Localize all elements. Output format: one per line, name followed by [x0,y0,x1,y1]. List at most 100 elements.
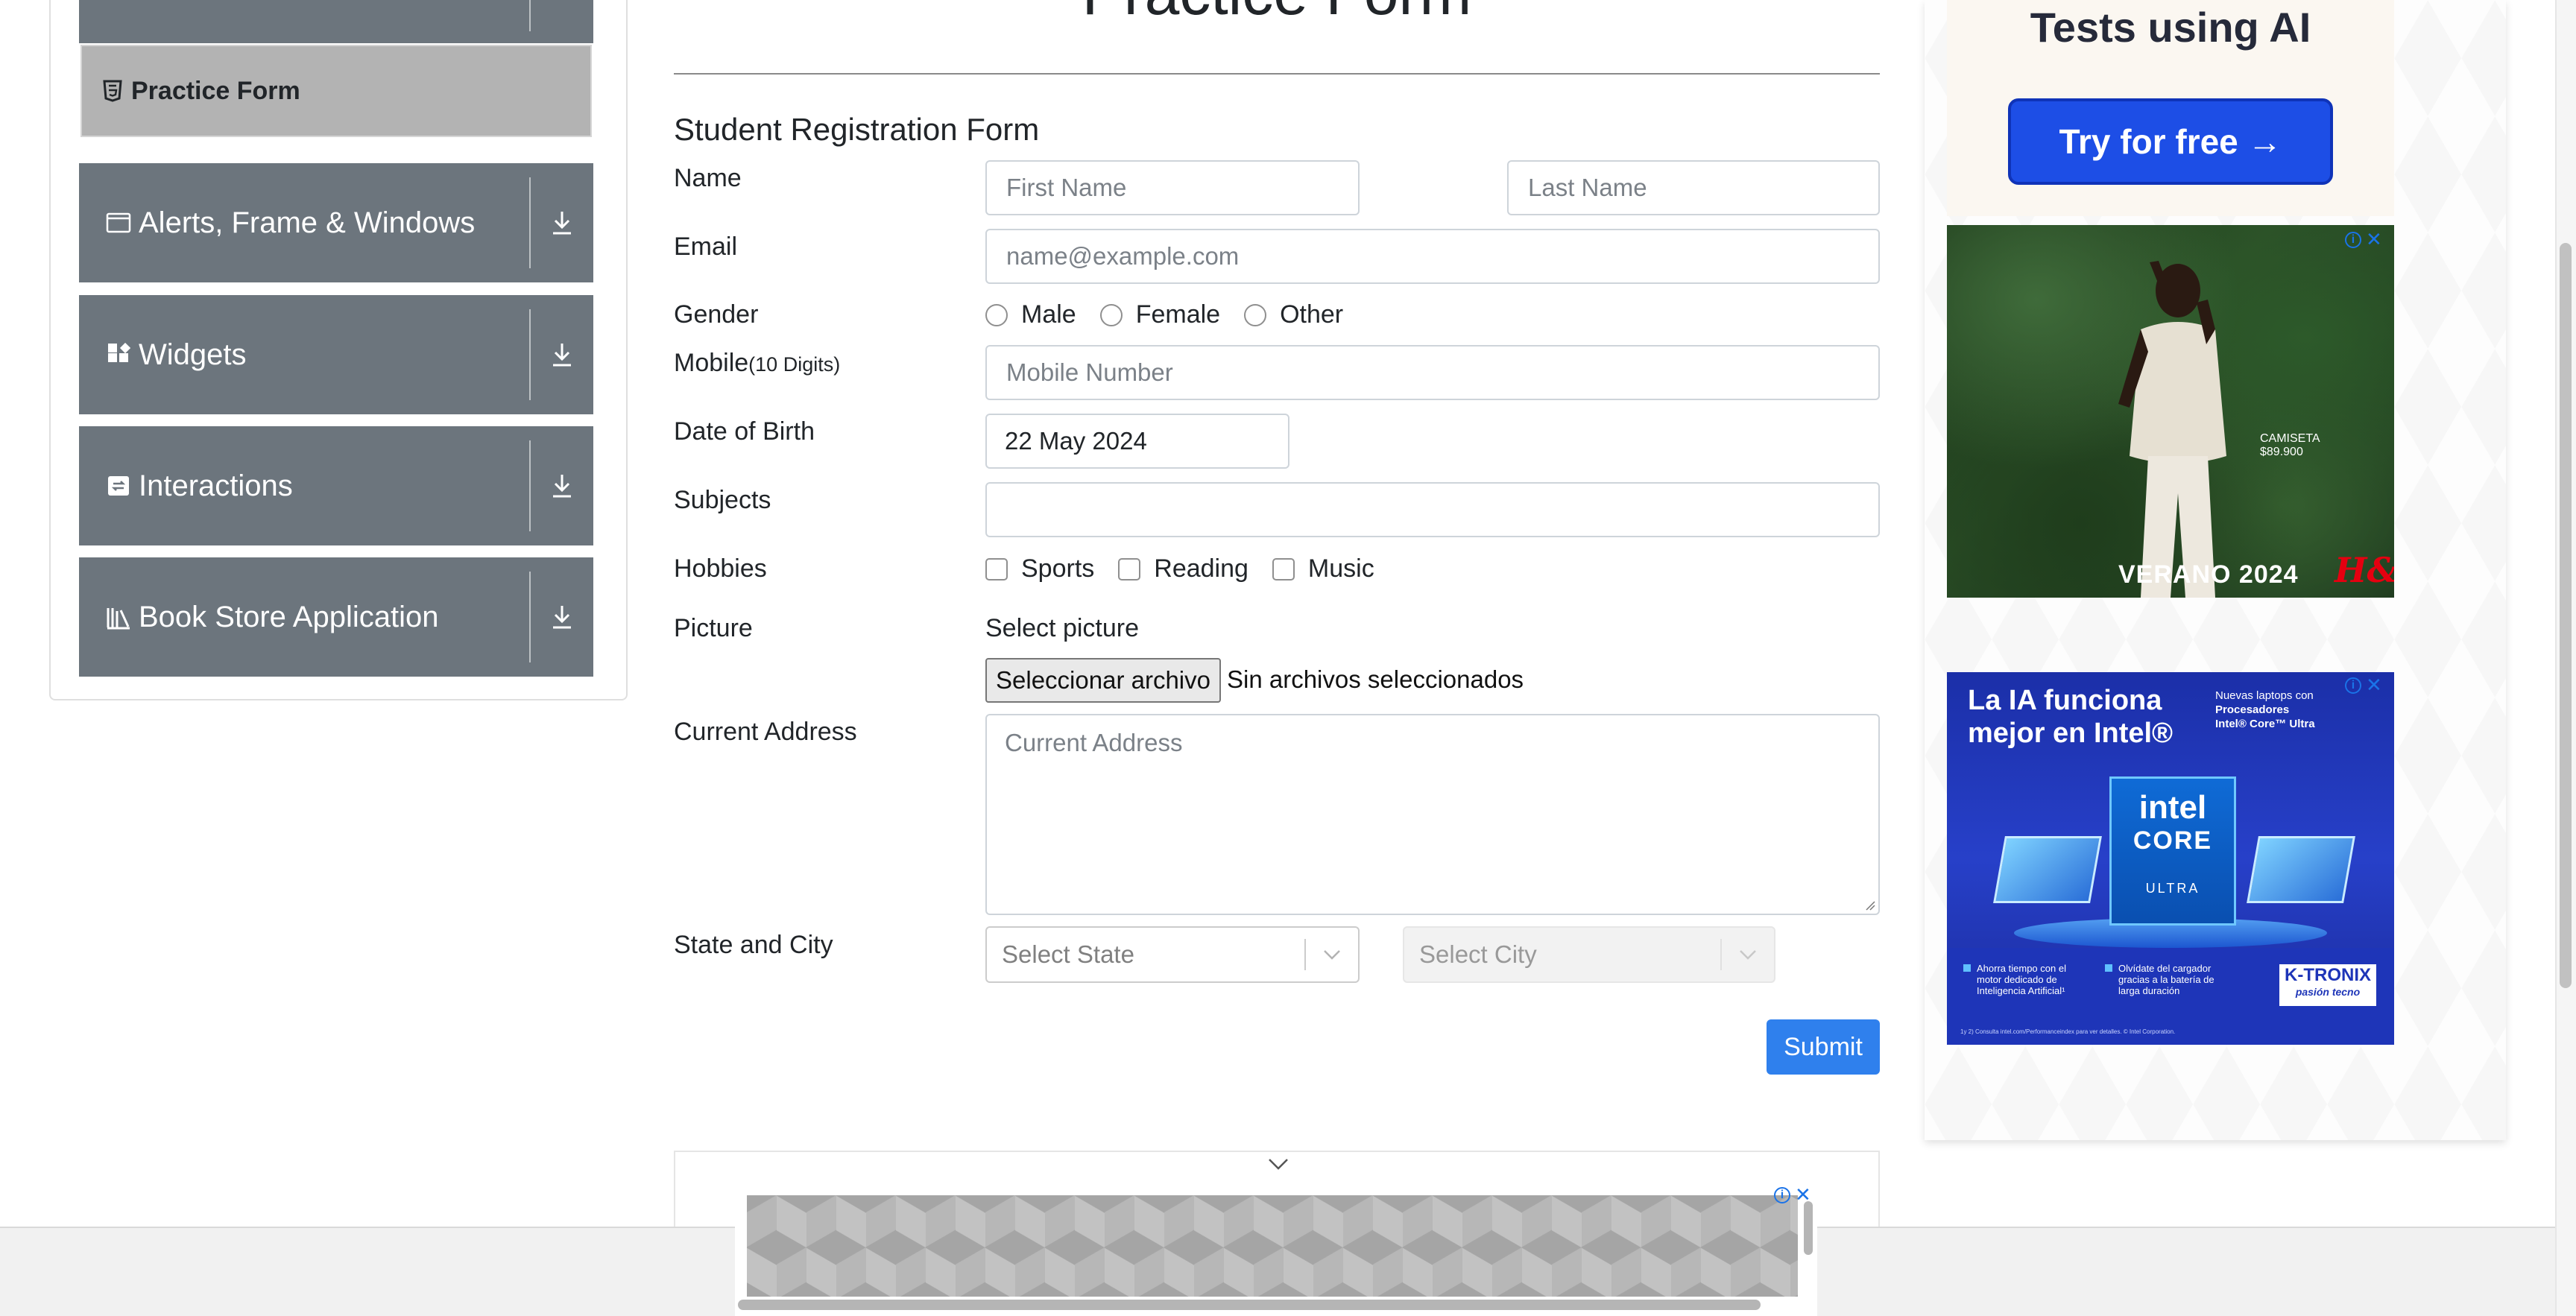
hobby-checkbox-reading[interactable] [1118,557,1141,581]
hobby-checkbox-music[interactable] [1272,557,1295,581]
intel-footnote: 1y 2) Consulta intel.com/Performanceinde… [1960,1028,2176,1035]
sidebar-group-widgets[interactable]: Widgets [79,295,593,414]
download-arrow-icon[interactable] [531,604,593,630]
download-arrow-icon[interactable] [531,341,593,368]
laptop-image [1993,836,2102,903]
chip-brand: intel [2138,789,2207,826]
info-icon[interactable]: i [2345,677,2361,694]
sidebar-group-interactions[interactable]: Interactions [79,426,593,545]
close-icon[interactable]: ✕ [2366,674,2382,697]
hobbies-label: Hobbies [674,554,767,583]
hobby-option-music[interactable]: Music [1272,554,1374,583]
close-icon[interactable]: ✕ [2366,228,2382,251]
last-name-input[interactable] [1507,160,1880,215]
subjects-label: Subjects [674,486,771,514]
email-field[interactable] [1005,241,1860,271]
intel-bullet: Olvídate del cargador gracias a la bater… [2105,963,2230,996]
download-arrow-icon[interactable] [531,472,593,499]
dob-label: Date of Birth [674,417,815,446]
try-for-free-button[interactable]: Try for free → [2008,98,2333,185]
close-icon[interactable]: ✕ [1795,1183,1811,1206]
bottom-ad-banner[interactable] [747,1195,1798,1297]
chevron-down-icon[interactable] [1722,949,1774,961]
ad-horizontal-scrollbar[interactable] [738,1300,1761,1310]
html5-icon [103,80,122,102]
city-select[interactable]: Select City [1403,926,1775,983]
intel-ad[interactable]: La IA funciona mejor en Intel® Nuevas la… [1947,672,2394,1045]
sidebar-group-forms-header[interactable] [79,0,593,43]
hobby-option-sports[interactable]: Sports [985,554,1094,583]
retailer-tagline: pasión tecno [2295,986,2361,998]
adchoices-badge[interactable]: i ✕ [2345,674,2382,697]
gender-option-female[interactable]: Female [1099,300,1221,329]
sidebar-item-practice-form[interactable]: Practice Form [80,45,592,137]
email-input[interactable] [985,229,1880,284]
picture-label: Picture [674,614,753,642]
mobile-field[interactable] [1005,358,1860,387]
chip-tier: ULTRA [2145,881,2200,896]
hobby-option-reading[interactable]: Reading [1118,554,1248,583]
download-arrow-icon[interactable] [531,209,593,236]
chip-model: CORE [2133,826,2213,855]
gender-option-label: Other [1280,300,1344,329]
chevron-down-icon[interactable] [1267,1157,1289,1175]
sidebar-group-label: Book Store Application [139,600,439,633]
hm-ad[interactable]: CAMISETA $89.900 VERANO 2024 H&M [1947,225,2394,598]
sidebar-item-label: Practice Form [131,76,300,105]
last-name-field[interactable] [1527,173,1860,203]
intel-side-line: Intel® Core™ Ultra [2215,718,2315,730]
choose-file-button[interactable]: Seleccionar archivo [985,658,1221,703]
gender-option-male[interactable]: Male [985,300,1076,329]
page-scrollbar-thumb[interactable] [2560,243,2572,988]
gender-option-label: Female [1135,300,1221,329]
hobby-option-label: Music [1307,554,1374,583]
chevron-down-icon[interactable] [1306,949,1358,961]
resize-grip-icon[interactable] [1865,900,1875,911]
first-name-input[interactable] [985,160,1360,215]
hm-logo: H&M [2334,550,2394,590]
subjects-input[interactable] [985,482,1880,537]
submit-button[interactable]: Submit [1767,1019,1880,1075]
sidebar-group-book-store[interactable]: Book Store Application [79,557,593,677]
sidebar-group-label: Widgets [139,338,247,371]
intel-bullet: Ahorra tiempo con el motor dedicado de I… [1963,963,2089,996]
retailer-name: K-TRONIX [2285,965,2371,985]
dob-input[interactable]: 22 May 2024 [985,414,1289,469]
mobile-label-hint: (10 Digits) [748,353,841,376]
window-icon [106,210,131,235]
state-select[interactable]: Select State [985,926,1360,983]
address-textarea[interactable]: Current Address [985,714,1880,915]
widgets-grid-icon [106,342,131,367]
interactions-icon [106,473,131,499]
state-select-placeholder: Select State [1002,940,1134,968]
adchoices-badge[interactable]: i ✕ [2345,228,2382,251]
hm-product-price: $89.900 [2260,446,2303,458]
dob-value: 22 May 2024 [1005,427,1147,455]
gender-radio-female[interactable] [1099,303,1123,326]
ktronix-logo: K-TRONIX pasión tecno [2279,964,2376,1006]
adchoices-badge[interactable]: i ✕ [1774,1183,1811,1206]
gender-radio-male[interactable] [985,303,1008,326]
intel-side-line: Nuevas laptops con [2215,689,2314,702]
hobby-option-label: Sports [1021,554,1095,583]
hobby-checkbox-sports[interactable] [985,557,1008,581]
address-placeholder: Current Address [1005,729,1183,756]
ad-vertical-scrollbar[interactable] [1804,1201,1813,1255]
intel-side-text: Nuevas laptops con Procesadores Intel® C… [2215,689,2349,731]
page-title: Practice Form [674,0,1880,30]
sidebar-group-alerts[interactable]: Alerts, Frame & Windows [79,163,593,282]
ai-ad-headline: Tests using AI [2030,4,2311,51]
gender-radio-other[interactable] [1244,303,1267,326]
sidebar-group-label: Interactions [139,469,293,502]
info-icon[interactable]: i [1774,1186,1790,1203]
heading-divider [674,73,1880,75]
gender-option-other[interactable]: Other [1244,300,1343,329]
form-section-title: Student Registration Form [674,112,1040,147]
name-label: Name [674,164,742,192]
info-icon[interactable]: i [2345,231,2361,248]
state-city-label: State and City [674,931,833,959]
model-figure-image [2118,261,2226,598]
hobby-option-label: Reading [1154,554,1248,583]
first-name-field[interactable] [1005,173,1340,203]
mobile-input[interactable] [985,345,1880,400]
